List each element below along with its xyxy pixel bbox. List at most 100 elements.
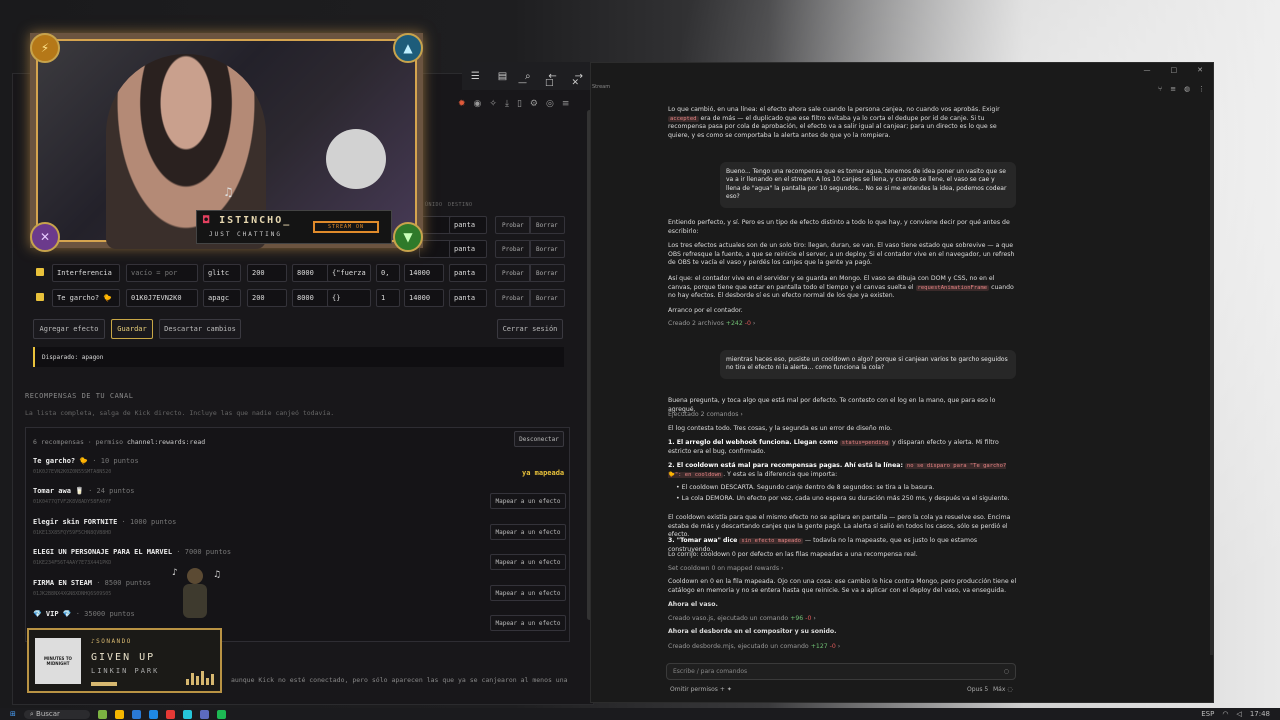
- send-icon[interactable]: ○: [1004, 668, 1009, 675]
- tool-summary[interactable]: Ejecutado 2 comandos ›: [668, 411, 743, 420]
- alert-duration-field[interactable]: 14000: [404, 289, 444, 307]
- language-indicator[interactable]: ESP: [1201, 710, 1214, 718]
- close-icon[interactable]: ✕: [572, 78, 580, 88]
- delete-button[interactable]: Borrar: [529, 240, 565, 258]
- message-text: . Y esta es la diferencia que importa:: [723, 470, 838, 478]
- obs-icon[interactable]: [165, 709, 175, 719]
- tab-label[interactable]: Stream: [592, 84, 610, 90]
- maximize-icon[interactable]: □: [545, 78, 554, 88]
- gear-icon[interactable]: ⚙: [530, 99, 538, 109]
- puzzle-icon[interactable]: ✧: [489, 99, 497, 109]
- logout-button[interactable]: Cerrar sesión: [497, 319, 563, 339]
- clock[interactable]: 17:48: [1250, 710, 1270, 718]
- account-icon[interactable]: ◎: [546, 99, 554, 109]
- map-effect-button[interactable]: Mapear a un efecto: [490, 615, 566, 631]
- test-button[interactable]: Probar: [495, 289, 531, 307]
- reward-id-field[interactable]: 01K0J7EVN2K0: [126, 289, 198, 307]
- settings-icon[interactable]: ✦: [727, 686, 732, 693]
- permissions-toggle[interactable]: Omitir permisos + ✦: [670, 686, 732, 693]
- map-effect-button[interactable]: Mapear a un efecto: [490, 524, 566, 540]
- duration-ms-field[interactable]: 8000: [292, 289, 332, 307]
- enabled-checkbox[interactable]: [36, 268, 44, 276]
- corner-emblem-icon: ▼: [393, 222, 423, 252]
- equalizer-icon: [186, 671, 214, 685]
- effort-selector[interactable]: Máx ◌: [993, 686, 1013, 693]
- vscode-icon[interactable]: [148, 709, 158, 719]
- model-selector[interactable]: Opus 5: [967, 686, 988, 693]
- folder-icon[interactable]: [114, 709, 124, 719]
- delete-button[interactable]: Borrar: [529, 216, 565, 234]
- minimize-icon[interactable]: —: [518, 78, 527, 88]
- delete-button[interactable]: Borrar: [529, 289, 565, 307]
- download-icon[interactable]: ⤓: [505, 99, 509, 109]
- enabled-checkbox[interactable]: [36, 293, 44, 301]
- disconnect-button[interactable]: Desconectar: [514, 431, 564, 447]
- alert-duration-field[interactable]: 14000: [404, 264, 444, 282]
- app-icon[interactable]: [97, 709, 107, 719]
- reward-id-field[interactable]: vacío = por: [126, 264, 198, 282]
- test-button[interactable]: Probar: [495, 264, 531, 282]
- discord-icon[interactable]: [199, 709, 209, 719]
- wifi-icon[interactable]: ◠: [1222, 710, 1228, 718]
- shield-icon[interactable]: ◉: [474, 99, 482, 109]
- effect-type-select[interactable]: apagc: [203, 289, 241, 307]
- search-box[interactable]: ⌕ Buscar: [23, 709, 90, 719]
- add-icon[interactable]: +: [720, 686, 725, 693]
- branch-icon[interactable]: ⑂: [1158, 85, 1162, 93]
- extension-icon[interactable]: ✹: [458, 99, 466, 109]
- terminal-icon[interactable]: ≡: [1170, 85, 1176, 93]
- album-art: MINUTES TO MIDNIGHT: [35, 638, 81, 684]
- menu-icon[interactable]: ☰: [471, 71, 480, 82]
- cooldown-field[interactable]: 200: [247, 289, 287, 307]
- destino-select[interactable]: panta: [449, 264, 487, 282]
- menu-icon[interactable]: ≡: [562, 99, 570, 109]
- test-button[interactable]: Probar: [495, 216, 531, 234]
- song-title: GIVEN UP: [91, 652, 156, 663]
- browser-icon[interactable]: [182, 709, 192, 719]
- tool-summary[interactable]: Creado 2 archivos +242 -0 ›: [668, 320, 755, 329]
- globe-icon[interactable]: ◍: [1184, 85, 1190, 93]
- map-effect-button[interactable]: Mapear a un efecto: [490, 493, 566, 509]
- maximize-icon[interactable]: □: [1171, 66, 1178, 74]
- effect-type-select[interactable]: glitc: [203, 264, 241, 282]
- chat-scrollbar[interactable]: [1210, 110, 1213, 655]
- destino-select[interactable]: panta: [449, 289, 487, 307]
- test-button[interactable]: Probar: [495, 240, 531, 258]
- tabs-icon[interactable]: ▤: [498, 71, 507, 82]
- duration-ms-field[interactable]: 8000: [292, 264, 332, 282]
- priority-field[interactable]: 1: [376, 289, 400, 307]
- windows-start-icon[interactable]: ⊞: [10, 710, 16, 718]
- instagram-icon: ◘: [203, 215, 212, 226]
- reward-name: Elegir skin FORTNITE: [33, 518, 118, 526]
- destino-select[interactable]: panta: [449, 216, 487, 234]
- discard-changes-button[interactable]: Descartar cambios: [159, 319, 241, 339]
- priority-field[interactable]: 0,: [376, 264, 400, 282]
- tool-summary-text: Set cooldown 0 on mapped rewards: [668, 565, 780, 572]
- tool-summary[interactable]: Set cooldown 0 on mapped rewards ›: [668, 565, 784, 574]
- params-field[interactable]: {"fuerza: [327, 264, 371, 282]
- store-icon[interactable]: [131, 709, 141, 719]
- sidebar-icon[interactable]: ▯: [517, 99, 522, 109]
- cooldown-field[interactable]: 200: [247, 264, 287, 282]
- minimize-icon[interactable]: —: [1144, 66, 1151, 74]
- save-button[interactable]: Guardar: [111, 319, 153, 339]
- effect-name-field[interactable]: Interferencia: [52, 264, 120, 282]
- bullet-item: • La cola DEMORA. Un efecto por vez, cad…: [676, 495, 1010, 502]
- reward-name: FIRMA EN STEAM: [33, 579, 93, 587]
- spotify-icon[interactable]: [216, 709, 226, 719]
- map-effect-button[interactable]: Mapear a un efecto: [490, 585, 566, 601]
- add-effect-button[interactable]: Agregar efecto: [33, 319, 105, 339]
- volume-icon[interactable]: ◁: [1236, 710, 1241, 718]
- tool-summary[interactable]: Creado desborde.mjs, ejecutado un comand…: [668, 643, 840, 652]
- reward-id: 01KE13X85FQY59F5CHN8QVB8HD: [33, 530, 112, 536]
- close-icon[interactable]: ✕: [1197, 66, 1203, 74]
- tool-summary[interactable]: Creado vaso.js, ejecutado un comando +96…: [668, 615, 816, 624]
- destino-select[interactable]: panta: [449, 240, 487, 258]
- more-icon[interactable]: ⋮: [1198, 85, 1205, 93]
- delete-button[interactable]: Borrar: [529, 264, 565, 282]
- map-effect-button[interactable]: Mapear a un efecto: [490, 554, 566, 570]
- chat-input[interactable]: Escribe / para comandos ○: [666, 663, 1016, 680]
- reward-name: ELEGI UN PERSONAJE PARA EL MARVEL: [33, 548, 173, 556]
- params-field[interactable]: {}: [327, 289, 371, 307]
- effect-name-field[interactable]: Te garcho? 🐤: [52, 289, 120, 307]
